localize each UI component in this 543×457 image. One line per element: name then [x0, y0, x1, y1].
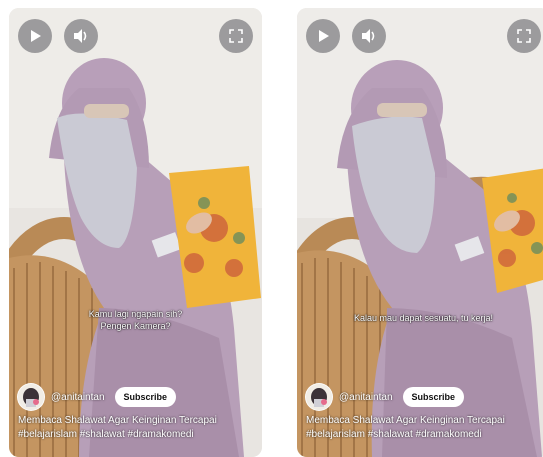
subscribe-button[interactable]: Subscribe: [114, 387, 177, 407]
play-icon: [31, 30, 41, 42]
fullscreen-button[interactable]: [219, 19, 253, 53]
channel-handle[interactable]: @anitaintan: [51, 392, 105, 403]
video-description: Membaca Shalawat Agar Keinginan Tercapai…: [306, 414, 542, 442]
channel-row: @anitaintan Subscribe: [17, 383, 177, 411]
description-title: Membaca Shalawat Agar Keinginan Tercapai: [18, 415, 217, 426]
video-description: Membaca Shalawat Agar Keinginan Tercapai…: [18, 414, 254, 442]
video-subtitle: Kamu lagi ngapain sih? Pengen Kamera?: [9, 308, 262, 332]
description-hashtags[interactable]: #belajarislam #shalawat #dramakomedi: [18, 428, 254, 442]
fullscreen-icon: [229, 29, 243, 43]
channel-row: @anitaintan Subscribe: [305, 383, 465, 411]
short-video-card-1[interactable]: Kamu lagi ngapain sih? Pengen Kamera? @a…: [9, 8, 262, 457]
subscribe-button[interactable]: Subscribe: [402, 387, 465, 407]
fullscreen-button[interactable]: [507, 19, 541, 53]
channel-handle[interactable]: @anitaintan: [339, 392, 393, 403]
subtitle-line: Pengen Kamera?: [100, 321, 171, 331]
subtitle-line: Kamu lagi ngapain sih?: [88, 309, 183, 319]
volume-icon: [74, 29, 87, 43]
short-video-card-2[interactable]: Kalau mau dapat sesuatu, tu kerja! @anit…: [297, 8, 543, 457]
avatar[interactable]: [17, 383, 45, 411]
video-subtitle: Kalau mau dapat sesuatu, tu kerja!: [297, 312, 543, 324]
description-hashtags[interactable]: #belajarislam #shalawat #dramakomedi: [306, 428, 542, 442]
play-button[interactable]: [306, 19, 340, 53]
volume-button[interactable]: [64, 19, 98, 53]
play-button[interactable]: [18, 19, 52, 53]
subtitle-line: Kalau mau dapat sesuatu, tu kerja!: [353, 313, 494, 323]
play-icon: [319, 30, 329, 42]
description-title: Membaca Shalawat Agar Keinginan Tercapai: [306, 415, 505, 426]
volume-icon: [362, 29, 375, 43]
avatar[interactable]: [305, 383, 333, 411]
volume-button[interactable]: [352, 19, 386, 53]
fullscreen-icon: [517, 29, 531, 43]
